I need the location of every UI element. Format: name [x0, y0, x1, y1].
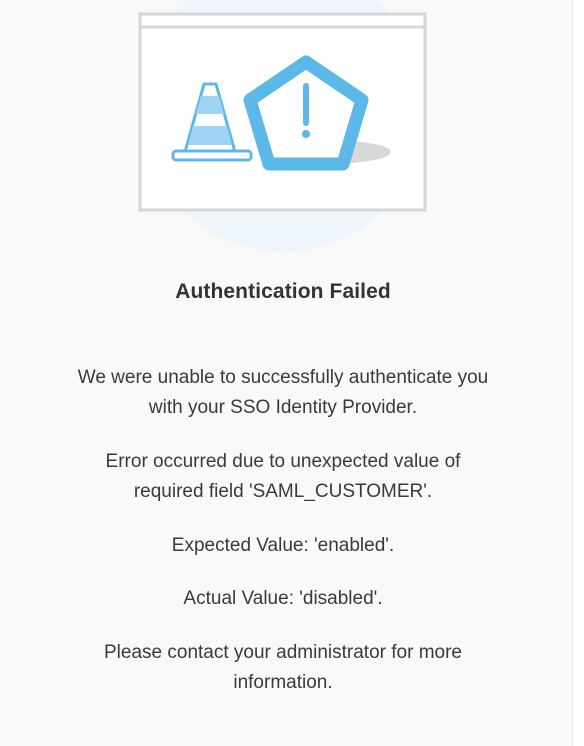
error-message-line: We were unable to successfully authentic…	[77, 367, 489, 388]
page-title: Authentication Failed	[175, 280, 391, 303]
error-message: We were unable to successfully authentic…	[20, 363, 546, 423]
expected-value: Expected Value: 'enabled'.	[20, 531, 546, 561]
contact-admin-line: information.	[233, 672, 333, 693]
actual-value: Actual Value: 'disabled'.	[20, 584, 546, 614]
expected-value-text: Expected Value: 'enabled'.	[171, 535, 395, 556]
contact-admin-line: Please contact your administrator for mo…	[104, 642, 462, 663]
error-detail-line: required field 'SAML_CUSTOMER'.	[133, 481, 433, 502]
error-illustration	[138, 0, 427, 252]
error-detail-line: Error occurred due to unexpected value o…	[105, 451, 461, 472]
error-message-line: with your SSO Identity Provider.	[148, 397, 418, 418]
contact-admin-message: Please contact your administrator for mo…	[20, 638, 546, 698]
scrollbar-track[interactable]	[572, 0, 584, 746]
actual-value-text: Actual Value: 'disabled'.	[183, 588, 383, 609]
error-detail: Error occurred due to unexpected value o…	[20, 447, 546, 507]
error-panel: Authentication Failed We were unable to …	[0, 0, 572, 746]
